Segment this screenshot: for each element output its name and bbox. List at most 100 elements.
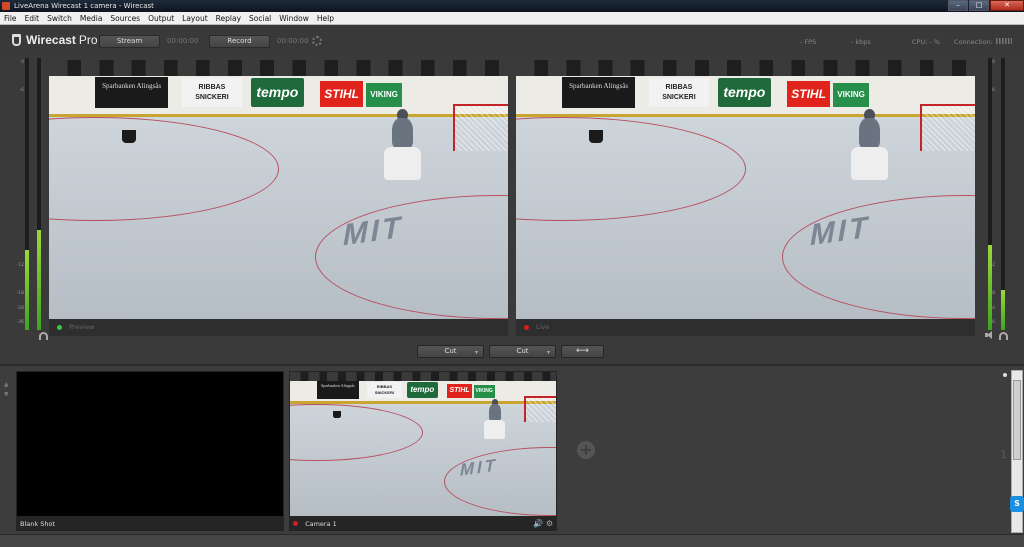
brand-edition: Pro	[78, 33, 98, 47]
stream-time: 00:00:00	[167, 37, 199, 45]
meter-level	[25, 250, 29, 330]
toolbar: Wirecast Pro Stream 00:00:00 Record 00:0…	[0, 26, 1024, 56]
minimize-button[interactable]: –	[948, 0, 968, 11]
puck-bucket	[122, 129, 137, 143]
meter-scale-label: 0	[992, 60, 995, 65]
wirecast-logo: Wirecast Pro	[12, 33, 98, 47]
shot-speaker-icon[interactable]: 🔊	[533, 519, 543, 528]
shot-tools: 🔊 ⚙	[533, 517, 553, 531]
transition-right-label: Cut	[516, 347, 529, 355]
meter-track-right	[1001, 58, 1005, 330]
menu-switch[interactable]: Switch	[43, 12, 76, 24]
maximize-button[interactable]: □	[969, 0, 989, 11]
meter-scale-label: 0	[21, 60, 24, 65]
meter-level	[988, 245, 992, 330]
puck-bucket	[332, 410, 341, 419]
transition-right-dropdown[interactable]: Cut ▾	[489, 345, 556, 358]
brand-name: Wirecast	[26, 33, 76, 47]
live-status-dot	[524, 325, 529, 330]
menu-social[interactable]: Social	[245, 12, 275, 24]
shot-thumbnail	[17, 372, 283, 516]
ad-ribbas: RIBBAS SNICKERI	[367, 382, 402, 398]
ad-sparbanken: Sparbanken Alingsås	[94, 76, 169, 108]
chevron-down-icon: ▾	[474, 349, 478, 356]
meter-scale-label: -6	[19, 88, 25, 93]
preview-label: Preview	[69, 323, 95, 331]
layer-arrows[interactable]: ▲ ▼	[4, 380, 9, 400]
meter-scale-label: -24	[16, 306, 24, 311]
menu-edit[interactable]: Edit	[21, 12, 44, 24]
close-button[interactable]: ✕	[990, 0, 1024, 11]
ad-stihl: STIHL	[446, 383, 473, 398]
live-audio-meter: 0 -6 -12 -18 -24 -36	[985, 58, 1005, 330]
live-headphones-icon[interactable]	[999, 332, 1008, 340]
record-button[interactable]: Record	[209, 35, 270, 48]
preview-label-bar: Preview	[49, 319, 508, 336]
skype-icon[interactable]: S	[1010, 496, 1024, 512]
transition-left-label: Cut	[444, 347, 457, 355]
ad-stihl: STIHL	[786, 80, 831, 107]
swap-transition-button[interactable]: ⟷	[561, 345, 604, 358]
app-icon	[2, 2, 10, 10]
preview-headphones-icon[interactable]	[39, 332, 48, 340]
wirecast-logo-icon	[12, 34, 21, 46]
shot-caption: Camera 1	[289, 517, 557, 531]
hockey-net	[452, 104, 508, 151]
shot-camera-1[interactable]: Sparbanken Alingsås RIBBAS SNICKERI temp…	[289, 371, 557, 531]
menu-layout[interactable]: Layout	[178, 12, 212, 24]
window-title-bar: LiveArena Wirecast 1 camera - Wirecast –…	[0, 0, 1024, 12]
ad-viking: VIKING	[473, 384, 495, 398]
shot-blank[interactable]: Blank Shot	[16, 371, 284, 531]
status-bar	[0, 534, 1024, 547]
menu-window[interactable]: Window	[275, 12, 313, 24]
stream-button[interactable]: Stream	[99, 35, 160, 48]
window-title: LiveArena Wirecast 1 camera - Wirecast	[14, 2, 154, 10]
ad-tempo: tempo	[250, 78, 304, 107]
transition-left-dropdown[interactable]: Cut ▾	[417, 345, 484, 358]
add-shot-button[interactable]: +	[577, 441, 595, 459]
shot-name: Blank Shot	[20, 520, 55, 528]
preview-monitor[interactable]: Sparbanken Alingsås RIBBAS SNICKERI temp…	[49, 60, 508, 336]
meter-track-left	[988, 58, 992, 330]
ad-ribbas: RIBBAS SNICKERI	[182, 78, 242, 107]
scrollbar-thumb[interactable]	[1013, 380, 1021, 460]
menu-media[interactable]: Media	[76, 12, 107, 24]
ad-sparbanken: Sparbanken Alingsås	[561, 76, 636, 108]
shot-thumbnail: Sparbanken Alingsås RIBBAS SNICKERI temp…	[290, 372, 556, 516]
output-settings-gear-icon[interactable]	[312, 36, 322, 46]
shot-layer-area: ▲ ▼ Blank Shot Sparbanken Alingsås RIBBAS…	[0, 364, 1024, 534]
live-indicator-dot	[293, 521, 298, 526]
goalie	[846, 109, 892, 182]
hockey-net	[919, 104, 975, 151]
meter-track-left	[25, 58, 29, 330]
preview-video: Sparbanken Alingsås RIBBAS SNICKERI temp…	[49, 60, 508, 319]
hockey-net	[524, 396, 556, 423]
connection-bars-icon	[996, 38, 1012, 44]
connection-readout: Connection:	[954, 38, 993, 46]
shot-gear-icon[interactable]: ⚙	[546, 519, 553, 528]
meter-scale-label: -36	[16, 320, 24, 325]
preview-audio-meter: 0 -6 -12 -18 -24 -36	[14, 58, 41, 330]
menu-bar: File Edit Switch Media Sources Output La…	[0, 12, 1024, 25]
meter-scale-label: -12	[16, 263, 24, 268]
live-speaker-icon[interactable]	[985, 331, 994, 339]
meter-scale-label: -18	[16, 291, 24, 296]
menu-file[interactable]: File	[0, 12, 21, 24]
ad-tempo: tempo	[717, 78, 771, 107]
layer-indicator-icon	[1003, 373, 1007, 377]
meter-level	[1001, 290, 1005, 330]
meter-track-right	[37, 58, 41, 330]
live-video: Sparbanken Alingsås RIBBAS SNICKERI temp…	[516, 60, 975, 319]
menu-output[interactable]: Output	[144, 12, 178, 24]
ad-sparbanken: Sparbanken Alingsås	[316, 381, 360, 399]
ad-viking: VIKING	[832, 83, 870, 107]
live-monitor[interactable]: Sparbanken Alingsås RIBBAS SNICKERI temp…	[516, 60, 975, 336]
menu-help[interactable]: Help	[313, 12, 338, 24]
swap-arrows-icon: ⟷	[576, 346, 589, 356]
menu-sources[interactable]: Sources	[106, 12, 144, 24]
goalie	[379, 109, 425, 182]
menu-replay[interactable]: Replay	[212, 12, 245, 24]
goalie	[482, 399, 509, 439]
meter-level	[37, 230, 41, 330]
record-time: 00:00:00	[277, 37, 309, 45]
